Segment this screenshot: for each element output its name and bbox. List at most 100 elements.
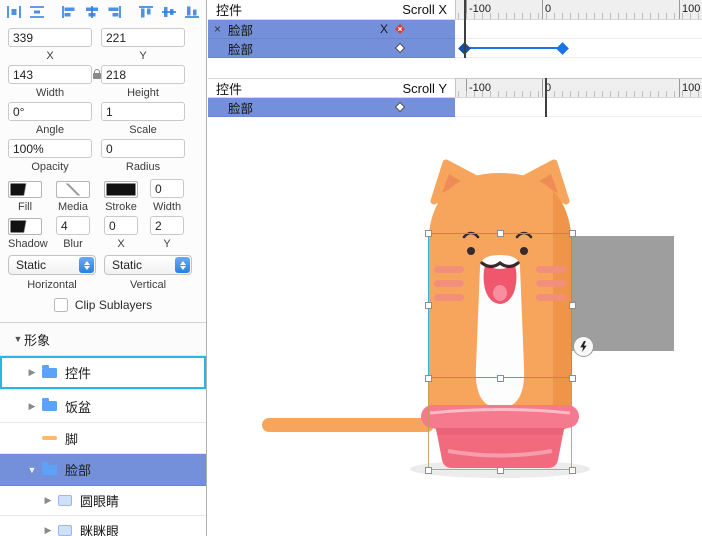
stroke-label: Stroke: [105, 201, 137, 213]
gray-overlay-rect[interactable]: [572, 236, 674, 351]
timeline-row-face-x[interactable]: × 脸部 X: [208, 20, 455, 39]
layer-group-header[interactable]: ▼ 形象: [0, 323, 206, 356]
align-bottom-icon[interactable]: [182, 4, 201, 20]
horizontal-driver-value: Static: [16, 258, 47, 272]
layer-row-controls[interactable]: ▶ 控件: [0, 356, 206, 390]
timeline-row-label: 脸部: [228, 23, 254, 38]
blur-field[interactable]: [56, 216, 90, 235]
layer-row-round-eyes[interactable]: ▶ 圆眼睛: [0, 486, 206, 516]
layer-row-squint-eyes[interactable]: ▶ 眯眯眼: [0, 516, 206, 536]
align-left-icon[interactable]: [60, 4, 79, 20]
folder-icon: [42, 461, 57, 475]
align-center-vertical-icon[interactable]: [160, 4, 179, 20]
selection-handle[interactable]: [497, 230, 504, 237]
popup-stepper-icon: [175, 257, 190, 273]
stroke-width-field[interactable]: [150, 179, 184, 198]
layer-label: 脚: [65, 431, 79, 447]
x-field-label: X: [46, 50, 54, 62]
timeline-row-label: 脸部: [228, 42, 254, 57]
scale-field-label: Scale: [129, 124, 157, 136]
remove-row-icon[interactable]: ×: [214, 22, 228, 36]
layer-thumb-icon: [58, 525, 72, 536]
ruler-label: -100: [469, 3, 492, 15]
angle-field[interactable]: [8, 102, 92, 121]
vertical-driver-select[interactable]: Static: [104, 255, 192, 275]
selection-handle[interactable]: [497, 467, 504, 474]
layer-label: 控件: [65, 366, 92, 381]
layer-row-bowl[interactable]: ▶ 饭盆: [0, 390, 206, 423]
scale-field[interactable]: [101, 102, 185, 121]
folder-icon: [42, 364, 57, 378]
horizontal-driver-select[interactable]: Static: [8, 255, 96, 275]
ruler-tick: [542, 79, 543, 97]
disclosure-closed-icon[interactable]: ▶: [26, 367, 38, 378]
inspector-panel: X Y Width Height Angle Scale Opacity Rad…: [0, 0, 207, 536]
timeline-section-header-y[interactable]: 控件 Scroll Y: [208, 78, 455, 98]
align-right-icon[interactable]: [105, 4, 124, 20]
align-top-icon[interactable]: [137, 4, 156, 20]
shadow-y-field[interactable]: [150, 216, 184, 235]
layer-row-face[interactable]: ▼ 脸部: [0, 454, 206, 486]
lock-icon[interactable]: [93, 69, 101, 79]
layer-row-foot[interactable]: 脚: [0, 423, 206, 454]
media-swatch[interactable]: [56, 181, 90, 198]
diamond-icon[interactable]: [394, 42, 406, 54]
layers-panel: ▼ 形象 ▶ 控件 ▶ 饭盆 脚 ▼ 脸部 ▶ 圆眼睛 ▶ 眯眯眼: [0, 322, 206, 536]
disclosure-open-icon[interactable]: ▼: [26, 465, 38, 475]
shadow-swatch[interactable]: [8, 218, 42, 235]
clip-sublayers-checkbox[interactable]: [53, 298, 68, 312]
ruler-label: -100: [469, 82, 492, 94]
height-field[interactable]: [101, 65, 185, 84]
timeline-track[interactable]: [455, 20, 702, 39]
opacity-field[interactable]: [8, 139, 92, 158]
disclosure-closed-icon[interactable]: ▶: [42, 495, 54, 506]
red-diamond-x-icon[interactable]: [394, 23, 406, 35]
selection-handle[interactable]: [425, 230, 432, 237]
shadow-label: Shadow: [8, 238, 48, 250]
shadow-x-field[interactable]: [104, 216, 138, 235]
driver-action-button[interactable]: [573, 336, 594, 357]
disclosure-open-icon[interactable]: ▼: [12, 334, 24, 344]
distribute-vertical-icon[interactable]: [28, 4, 47, 20]
selection-handle[interactable]: [425, 302, 432, 309]
stroke-swatch[interactable]: [104, 181, 138, 198]
fill-label: Fill: [17, 201, 33, 213]
lightning-icon: [580, 341, 587, 352]
width-field[interactable]: [8, 65, 92, 84]
keyframe-segment: [465, 47, 562, 49]
disclosure-closed-icon[interactable]: ▶: [26, 401, 38, 412]
distribute-horizontal-icon[interactable]: [5, 4, 24, 20]
ruler-tick: [679, 79, 680, 97]
disclosure-closed-icon[interactable]: ▶: [42, 525, 54, 536]
radius-field[interactable]: [101, 139, 185, 158]
timeline-section-header-x[interactable]: 控件 Scroll X: [208, 0, 455, 20]
timeline-ruler-y[interactable]: -100 0 100: [455, 78, 702, 98]
selection-handle[interactable]: [497, 375, 504, 382]
selection-handle[interactable]: [569, 302, 576, 309]
x-field[interactable]: [8, 28, 92, 47]
timeline-row-face-x2[interactable]: 脸部: [208, 39, 455, 58]
timeline-panel: 控件 Scroll X -100 0 100 × 脸部 X 脸部 控件 Scro…: [208, 0, 702, 118]
diamond-icon[interactable]: [394, 101, 406, 113]
selection-handle[interactable]: [569, 375, 576, 382]
clip-sublayers-row: Clip Sublayers: [0, 298, 206, 312]
y-field[interactable]: [101, 28, 185, 47]
timeline-ruler-x[interactable]: -100 0 100: [455, 0, 702, 20]
clip-sublayers-label: Clip Sublayers: [74, 298, 153, 312]
selection-handle[interactable]: [569, 230, 576, 237]
selection-rect[interactable]: [428, 233, 572, 378]
shape-layer-icon: [42, 436, 57, 440]
fill-swatch[interactable]: [8, 181, 42, 198]
timeline-row-face-y[interactable]: 脸部: [208, 98, 455, 117]
folder-icon: [42, 398, 57, 411]
playhead[interactable]: [464, 0, 466, 58]
horizontal-label: Horizontal: [27, 279, 77, 291]
selection-handle[interactable]: [425, 375, 432, 382]
align-center-horizontal-icon[interactable]: [82, 4, 101, 20]
playhead[interactable]: [545, 78, 547, 117]
timeline-track[interactable]: [455, 98, 702, 117]
selection-handle[interactable]: [569, 467, 576, 474]
selection-handle[interactable]: [425, 467, 432, 474]
driver-property: Scroll X: [402, 2, 447, 17]
canvas[interactable]: [208, 117, 702, 536]
